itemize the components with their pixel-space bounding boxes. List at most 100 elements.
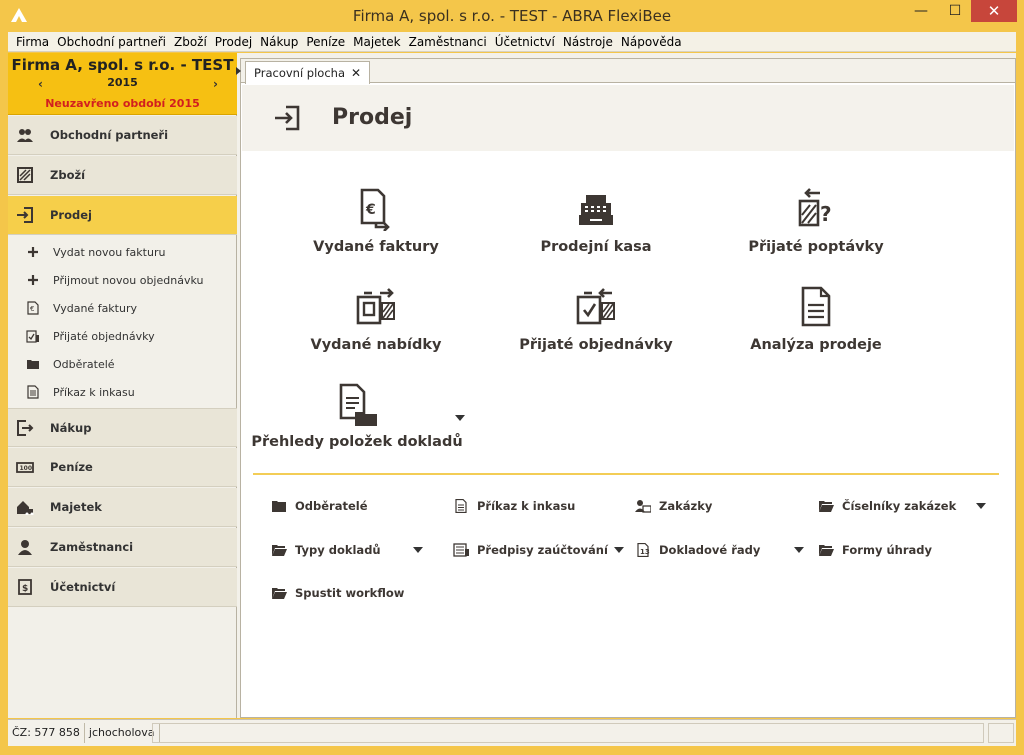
link-label: Formy úhrady — [842, 543, 932, 557]
link-label: Typy dokladů — [295, 543, 381, 557]
tab-label: Pracovní plocha — [254, 66, 346, 80]
goods-icon — [17, 167, 33, 183]
sidebar-item-label: Prodej — [50, 208, 92, 222]
svg-text:€: € — [30, 305, 34, 313]
dropdown-arrow-icon[interactable] — [976, 503, 987, 509]
accounting-icon: $ — [18, 579, 32, 595]
purchase-icon — [17, 419, 34, 436]
menu-prodej[interactable]: Prodej — [211, 35, 256, 49]
sidebar-subitem-vydat-fakturu[interactable]: Vydat novou fakturu — [8, 238, 237, 266]
dropdown-arrow-icon[interactable] — [794, 547, 805, 553]
order-icon — [26, 330, 39, 343]
tab-close-icon[interactable]: ✕ — [351, 66, 361, 80]
sidebar-item-nakup[interactable]: Nákup — [8, 408, 237, 447]
sidebar-subitem-prijmout-objednavku[interactable]: Přijmout novou objednávku — [8, 266, 237, 294]
workspace: Pracovní plocha ✕ Prodej € Vydané faktur… — [236, 58, 1016, 718]
document-icon — [455, 499, 467, 513]
sidebar-item-ucetnictvi[interactable]: $ Účetnictví — [8, 568, 237, 607]
menu-ucetnictvi[interactable]: Účetnictví — [491, 35, 559, 49]
next-year-button[interactable]: › — [213, 77, 218, 91]
sidebar-subitem-label: Přijaté objednávky — [53, 329, 155, 343]
menu-firma[interactable]: Firma — [12, 35, 53, 49]
link-label: Číselníky zakázek — [842, 499, 957, 513]
menu-napoveda[interactable]: Nápověda — [617, 35, 686, 49]
sale-icon — [17, 207, 33, 223]
sidebar-item-prodej[interactable]: Prodej — [8, 196, 237, 235]
sidebar-item-label: Nákup — [50, 420, 92, 435]
maximize-button[interactable]: ☐ — [938, 0, 972, 22]
menu-obchodni-partneri[interactable]: Obchodní partneři — [53, 35, 170, 49]
menu-majetek[interactable]: Majetek — [349, 35, 404, 49]
company-name: Firma A, spol. s r.o. - TEST — [11, 56, 234, 74]
minimize-button[interactable]: — — [904, 0, 938, 22]
plus-icon — [28, 275, 38, 285]
page-header: Prodej — [242, 85, 1014, 151]
dropdown-arrow-icon[interactable] — [412, 547, 423, 553]
status-bar: ČZ: 577 858 jchocholova — [8, 719, 1016, 746]
link-label: Zakázky — [659, 499, 713, 513]
svg-text:?: ? — [820, 202, 832, 226]
link-dokladove-rady[interactable]: 13 Dokladové řady — [635, 541, 805, 559]
sidebar-item-label: Peníze — [50, 460, 93, 474]
sidebar-subitem-label: Přijmout novou objednávku — [53, 273, 204, 287]
offer-icon — [356, 288, 395, 325]
tile-prehledy-polozek-dokladu[interactable]: Přehledy položek dokladů — [247, 382, 467, 450]
menu-nastroje[interactable]: Nástroje — [559, 35, 617, 49]
link-ciselniky-zakazek[interactable]: Číselníky zakázek — [818, 497, 987, 515]
tab-strip: Pracovní plocha ✕ — [236, 59, 1015, 84]
folder-icon — [27, 360, 39, 369]
link-zakazky[interactable]: Zakázky — [635, 497, 712, 515]
link-label: Příkaz k inkasu — [477, 499, 576, 513]
link-spustit-workflow[interactable]: Spustit workflow — [271, 584, 404, 602]
sidebar-item-zbozi[interactable]: Zboží — [8, 156, 237, 195]
dropdown-arrow-icon[interactable] — [613, 547, 624, 553]
inquiry-icon: ? — [798, 188, 832, 227]
link-prikaz-k-inkasu[interactable]: Příkaz k inkasu — [453, 497, 575, 515]
menu-zbozi[interactable]: Zboží — [170, 35, 211, 49]
tile-dropdown-icon[interactable] — [455, 415, 465, 421]
resize-grip-icon[interactable] — [988, 723, 1014, 743]
client-area: Firma A, spol. s r.o. - TEST ‹ 2015 › Ne… — [8, 53, 1016, 718]
link-label: Spustit workflow — [295, 586, 405, 600]
menu-penize[interactable]: Peníze — [302, 35, 349, 49]
sidebar-item-penize[interactable]: 100 Peníze — [8, 448, 237, 487]
tile-prijate-objednavky[interactable]: Přijaté objednávky — [496, 285, 696, 353]
company-selector[interactable]: Firma A, spol. s r.o. - TEST ‹ 2015 › Ne… — [8, 53, 237, 115]
sidebar-subitem-prijate-objednavky[interactable]: Přijaté objednávky — [8, 322, 237, 350]
svg-text:$: $ — [22, 584, 28, 594]
tile-vydane-faktury[interactable]: € Vydané faktury — [276, 187, 476, 255]
tile-analyza-prodeje[interactable]: Analýza prodeje — [716, 285, 916, 353]
menu-nakup[interactable]: Nákup — [256, 35, 302, 49]
numbering-icon: 13 — [637, 543, 650, 557]
tile-prijate-poptavky[interactable]: ? Přijaté poptávky — [716, 187, 916, 255]
tab-pracovni-plocha[interactable]: Pracovní plocha ✕ — [245, 61, 371, 84]
tile-vydane-nabidky[interactable]: Vydané nabídky — [276, 285, 476, 353]
tile-label: Prodejní kasa — [540, 239, 652, 255]
link-formy-uhrady[interactable]: Formy úhrady — [818, 541, 932, 559]
close-button[interactable]: ✕ — [971, 0, 1017, 22]
tile-label: Přijaté poptávky — [748, 239, 884, 255]
sidebar-item-majetek[interactable]: Majetek — [8, 488, 237, 527]
sidebar-item-obchodni-partneri[interactable]: Obchodní partneři — [8, 116, 237, 155]
status-empty-panel — [152, 723, 984, 743]
partners-icon — [17, 129, 33, 142]
menu-zamestnanci[interactable]: Zaměstnanci — [405, 35, 491, 49]
sidebar-item-label: Obchodní partneři — [50, 128, 169, 142]
sidebar-subitem-label: Odběratelé — [53, 357, 115, 371]
collapse-sidebar-icon[interactable] — [236, 67, 241, 75]
link-odberatele[interactable]: Odběratelé — [271, 497, 368, 515]
folder-open-icon — [272, 545, 287, 556]
tile-label: Přehledy položek dokladů — [251, 434, 463, 450]
window-title: Firma A, spol. s r.o. - TEST - ABRA Flex… — [352, 7, 672, 25]
sidebar-item-zamestnanci[interactable]: Zaměstnanci — [8, 528, 237, 567]
tile-prodejni-kasa[interactable]: Prodejní kasa — [496, 187, 696, 255]
sidebar-subitem-prikaz-k-inkasu[interactable]: Příkaz k inkasu — [8, 378, 237, 406]
sidebar-item-label: Zaměstnanci — [50, 540, 134, 554]
link-typy-dokladu[interactable]: Typy dokladů — [271, 541, 423, 559]
link-predpisy-zauctovani[interactable]: Předpisy zaúčtování — [453, 541, 624, 559]
sidebar-subitem-label: Vydané faktury — [53, 301, 137, 315]
sidebar-subitem-odberatele[interactable]: Odběratelé — [8, 350, 237, 378]
cash-register-icon — [579, 195, 613, 225]
sidebar-subitem-vydane-faktury[interactable]: € Vydané faktury — [8, 294, 237, 322]
folder-open-icon — [819, 501, 834, 512]
